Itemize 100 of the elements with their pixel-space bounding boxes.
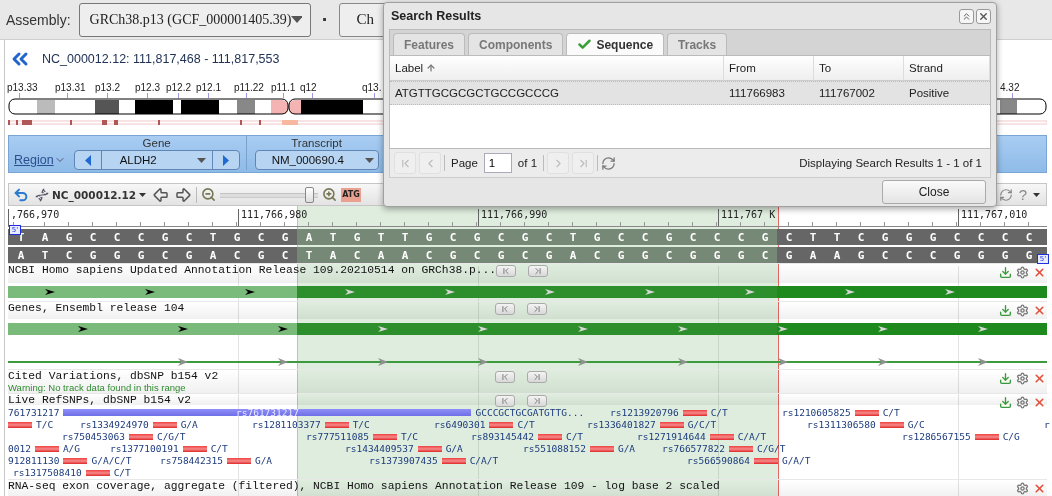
undo-icon[interactable] [13, 186, 29, 203]
tab[interactable]: Tracks [667, 33, 728, 55]
variant-bar[interactable] [182, 445, 207, 452]
tab[interactable]: Components [468, 33, 564, 55]
download-button[interactable] [998, 395, 1012, 409]
snp-label[interactable]: rs758442315 [160, 455, 223, 466]
variant-bar[interactable] [441, 457, 466, 464]
sequence-button[interactable]: ATG [341, 187, 361, 202]
snp-label[interactable]: rs1336401827 [587, 419, 656, 430]
triangle-right-icon [222, 154, 229, 166]
column-header[interactable]: From [724, 56, 814, 81]
snp-label[interactable]: rs551088152 [523, 443, 586, 454]
tab[interactable]: Sequence [566, 33, 665, 55]
variant-bar[interactable] [8, 421, 32, 428]
column-header[interactable]: To [814, 56, 904, 81]
settings-button[interactable] [1015, 371, 1029, 385]
snp-label[interactable]: rs1334924970 [80, 419, 149, 430]
previous-feature-button[interactable] [495, 371, 515, 383]
gene-dropdown[interactable]: ALDH2 [100, 151, 213, 169]
arrow-left-icon[interactable] [152, 185, 171, 204]
previous-feature-button[interactable] [495, 303, 515, 315]
variant-bar[interactable] [34, 445, 59, 452]
sequence-menu-button[interactable]: NC_000012.12 [33, 187, 149, 202]
snp-label[interactable]: r [1044, 419, 1050, 430]
refresh-icon[interactable] [601, 155, 617, 171]
variant-bar[interactable] [709, 433, 734, 440]
region-link[interactable]: Region [14, 153, 66, 167]
column-label: To [819, 62, 832, 74]
result-row[interactable]: ATGTTGCGCGCTGCCGCCCG 111766983 111767002 Positive [390, 81, 990, 105]
ruler-label: 111,766,980 [238, 209, 308, 226]
variant-bar[interactable] [152, 421, 177, 428]
download-button[interactable] [998, 265, 1012, 279]
variant-bar[interactable] [128, 433, 153, 440]
snp-label[interactable]: rs1317508410 [13, 467, 82, 478]
next-feature-button[interactable] [527, 303, 547, 315]
variant-bar[interactable] [537, 433, 562, 440]
snp-label[interactable]: rs766577822 [662, 443, 725, 454]
tab[interactable]: Features [393, 33, 466, 55]
variant-bar[interactable] [589, 445, 614, 452]
snp-label[interactable]: 912811130 [8, 455, 60, 466]
variant-bar[interactable] [974, 433, 999, 440]
download-button[interactable] [998, 303, 1012, 317]
snp-label[interactable]: rs1377100191 [110, 443, 179, 454]
close-button[interactable] [976, 8, 991, 24]
snp-label[interactable]: rs1434409537 [345, 443, 414, 454]
close-track-button[interactable] [1032, 395, 1046, 409]
snp-label[interactable]: rs6490301 [434, 419, 486, 430]
download-button[interactable] [998, 371, 1012, 385]
band-label: p13.33 [7, 82, 38, 93]
page-input[interactable]: 1 [483, 153, 512, 173]
snp-label[interactable]: 0012 [8, 443, 31, 454]
next-feature-button[interactable] [527, 395, 547, 407]
snp-label[interactable]: rs1286567155 [902, 431, 971, 442]
previous-feature-button[interactable] [495, 395, 515, 407]
variant-bar[interactable] [659, 421, 684, 428]
settings-button[interactable] [1015, 481, 1029, 495]
settings-button[interactable] [1015, 265, 1029, 279]
snp-label[interactable]: rs1213920796 [610, 407, 679, 418]
variant-bar[interactable] [417, 445, 442, 452]
variant-bar[interactable] [682, 409, 707, 416]
settings-button[interactable] [1015, 303, 1029, 317]
base-letter: G [729, 247, 753, 263]
snp-label[interactable]: rs566590864 [687, 455, 750, 466]
settings-button[interactable] [1015, 395, 1029, 409]
previous-feature-button[interactable] [496, 265, 517, 277]
variant-bar[interactable] [489, 421, 514, 428]
snp-label[interactable]: rs777511085 [306, 431, 369, 442]
transcript-dropdown[interactable]: NM_000690.4 [254, 150, 379, 170]
variant-bar[interactable] [85, 469, 110, 476]
column-header[interactable]: Strand [904, 56, 990, 81]
variant-bar[interactable] [879, 421, 904, 428]
snp-label[interactable]: 761731217 [8, 407, 60, 418]
snp-label[interactable]: rs1311306580 [807, 419, 876, 430]
snp-label[interactable]: rs1281103377 [252, 419, 321, 430]
close-dialog-button[interactable]: Close [882, 180, 986, 204]
close-track-button[interactable] [1032, 371, 1046, 385]
snp-label[interactable]: rs893145442 [471, 431, 534, 442]
reload-icon[interactable] [998, 187, 1013, 202]
snp-label[interactable]: rs1271914644 [637, 431, 706, 442]
next-feature-button[interactable] [528, 265, 549, 277]
variant-bar[interactable] [226, 457, 251, 464]
close-track-button[interactable] [1032, 265, 1046, 279]
snp-label[interactable]: rs750453063 [62, 431, 125, 442]
zoom-out-icon[interactable] [201, 187, 217, 202]
variant-bar[interactable] [753, 457, 778, 464]
variant-bar[interactable] [372, 433, 397, 440]
next-feature-button[interactable] [527, 371, 547, 383]
variant-bar[interactable] [728, 445, 753, 452]
arrow-right-icon[interactable] [174, 185, 193, 204]
column-header[interactable]: Label [390, 56, 724, 81]
snp-label[interactable]: rs1373907435 [369, 455, 438, 466]
variant-bar[interactable] [324, 421, 349, 428]
caret-icon[interactable] [1033, 192, 1040, 197]
close-icon [1032, 395, 1046, 409]
slider-thumb[interactable] [304, 186, 314, 203]
variant-bar[interactable] [854, 409, 879, 416]
variant-bar[interactable] [63, 457, 88, 464]
zoom-in-icon[interactable] [322, 187, 338, 202]
snp-label[interactable]: rs1210605825 [782, 407, 851, 418]
assembly-dropdown[interactable]: GRCh38.p13 (GCF_000001405.39) [78, 2, 311, 37]
